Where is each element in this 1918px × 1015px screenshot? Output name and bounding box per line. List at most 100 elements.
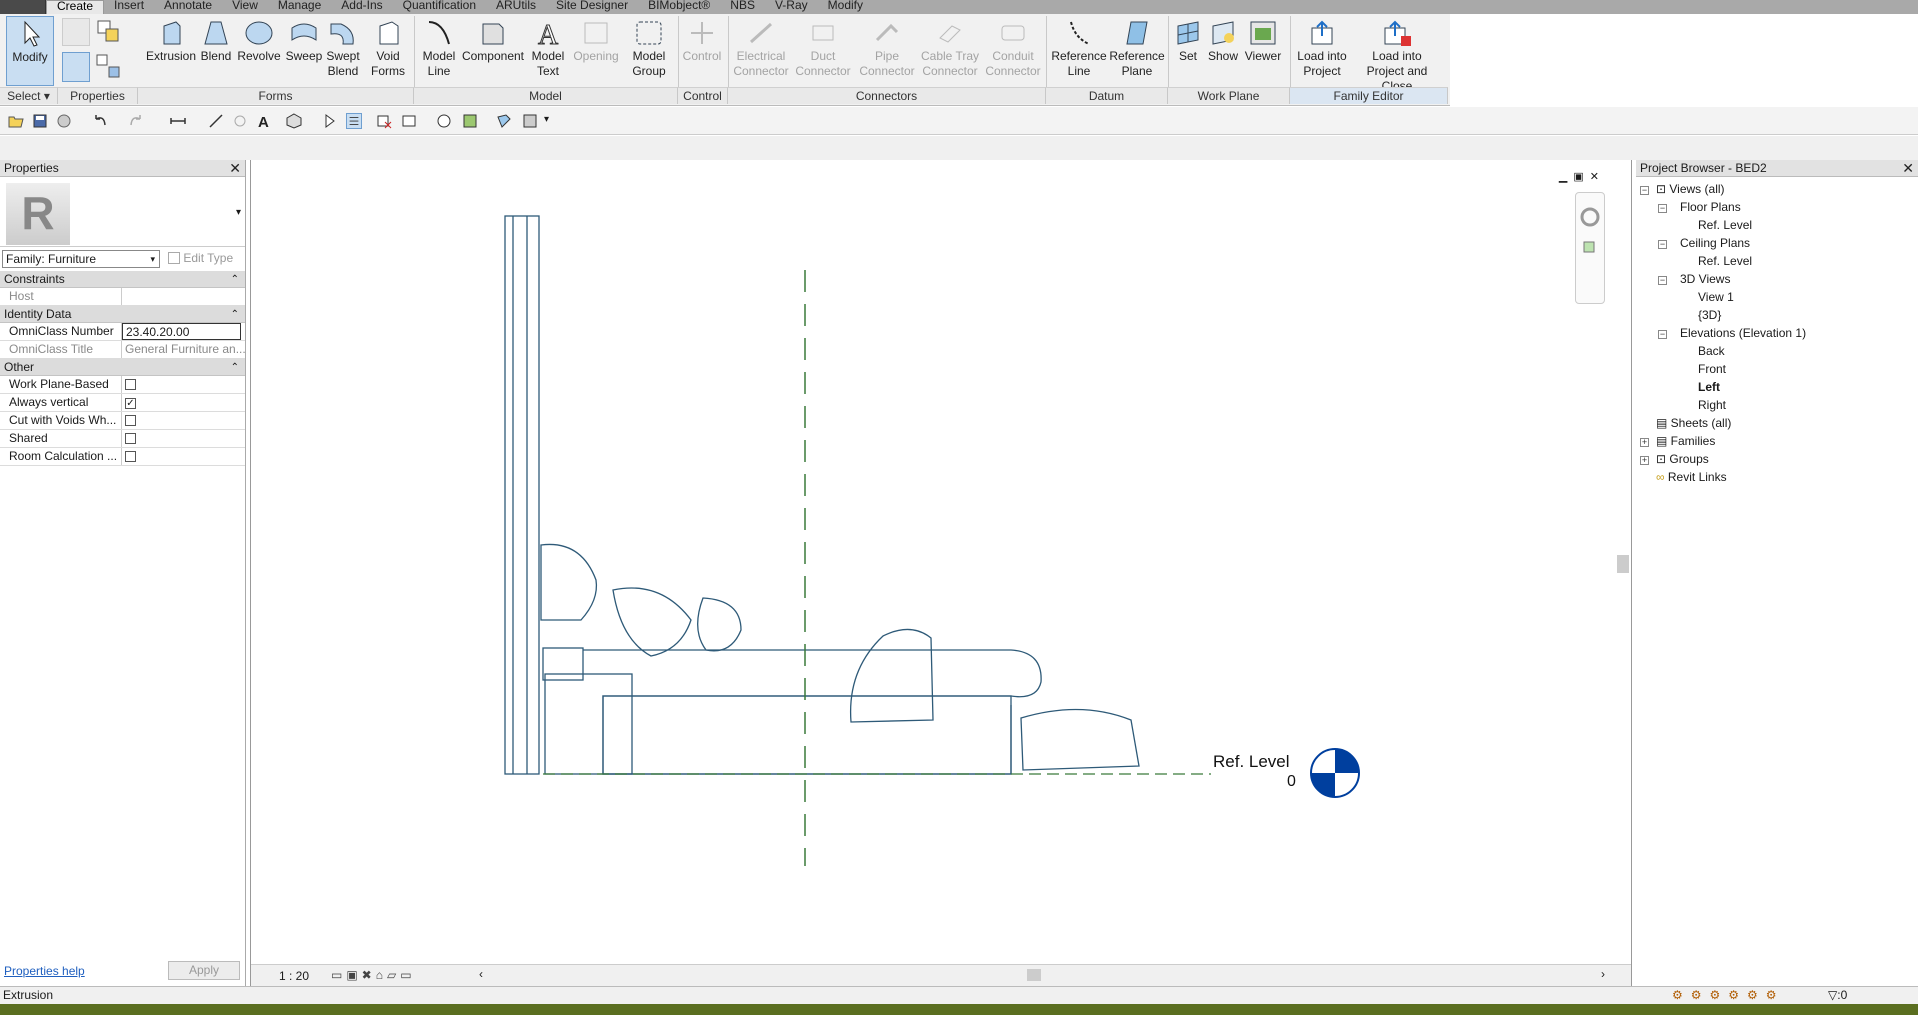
tab-bimobject[interactable]: BIMobject® — [638, 0, 720, 14]
edit-type-button[interactable]: Edit Type — [164, 250, 242, 268]
view-control-icons[interactable]: ▭▣✖⌂▱▭ — [331, 968, 416, 982]
expand-3d-views-icon[interactable]: − — [1658, 276, 1667, 285]
tree-floor-plan-ref-level[interactable]: Ref. Level — [1698, 218, 1752, 232]
tree-elevation-left[interactable]: Left — [1698, 380, 1720, 394]
reference-plane-tool[interactable]: Reference Plane — [1108, 16, 1166, 88]
horizontal-scrollbar-thumb[interactable] — [1027, 969, 1041, 981]
modify-tool[interactable]: Modify — [6, 16, 54, 86]
component-icon[interactable] — [496, 113, 512, 129]
visual-style-icon[interactable] — [436, 113, 452, 129]
expand-elevations-icon[interactable]: − — [1658, 330, 1667, 339]
shared-checkbox[interactable] — [125, 433, 136, 444]
apply-button[interactable]: Apply — [168, 961, 240, 980]
tree-views-all[interactable]: ⊡ Views (all) — [1656, 182, 1725, 196]
tree-view-1[interactable]: View 1 — [1698, 290, 1734, 304]
family-properties-icon[interactable] — [62, 52, 90, 82]
scroll-right-icon[interactable]: › — [1601, 967, 1605, 981]
extrusion-tool[interactable]: Extrusion — [144, 16, 198, 88]
expand-groups-icon[interactable]: + — [1640, 456, 1649, 465]
family-types-icon[interactable] — [94, 18, 122, 46]
switch-windows-icon[interactable] — [402, 113, 418, 129]
thin-lines-icon[interactable] — [346, 113, 362, 129]
tab-arutils[interactable]: ARUtils — [486, 0, 546, 14]
tree-3d-views[interactable]: 3D Views — [1680, 272, 1730, 286]
duct-connector-tool[interactable]: Duct Connector — [792, 16, 854, 88]
group-identity-data[interactable]: Identity Data ⌃ — [0, 306, 245, 323]
omniclass-number-field[interactable]: 23.40.20.00 — [122, 323, 241, 340]
tree-elevations[interactable]: Elevations (Elevation 1) — [1680, 326, 1806, 340]
blend-tool[interactable]: Blend — [198, 16, 234, 88]
work-plane-viewer-tool[interactable]: Viewer — [1242, 16, 1284, 88]
sync-icon[interactable] — [56, 113, 72, 129]
tab-site-designer[interactable]: Site Designer — [546, 0, 638, 14]
3d-view-icon[interactable] — [286, 113, 302, 129]
tree-sheets[interactable]: ▤ Sheets (all) — [1656, 416, 1731, 430]
type-selector-dropdown[interactable]: Family: Furniture ▾ — [2, 250, 160, 268]
tree-ceiling-plan-ref-level[interactable]: Ref. Level — [1698, 254, 1752, 268]
show-work-plane-tool[interactable]: Show — [1206, 16, 1240, 88]
model-line-tool[interactable]: Model Line — [418, 16, 460, 88]
void-forms-tool[interactable]: Void Forms — [366, 16, 410, 88]
electrical-connector-tool[interactable]: Electrical Connector — [730, 16, 792, 88]
tree-elevation-right[interactable]: Right — [1698, 398, 1726, 412]
tree-elevation-front[interactable]: Front — [1698, 362, 1726, 376]
application-menu-button[interactable] — [0, 0, 46, 14]
set-work-plane-tool[interactable]: Set — [1172, 16, 1204, 88]
tab-add-ins[interactable]: Add-Ins — [331, 0, 392, 14]
section-icon[interactable] — [322, 113, 338, 129]
tree-floor-plans[interactable]: Floor Plans — [1680, 200, 1741, 214]
filter-count[interactable]: ▽:0 — [1828, 987, 1847, 1004]
expand-ceiling-plans-icon[interactable]: − — [1658, 240, 1667, 249]
tab-manage[interactable]: Manage — [268, 0, 331, 14]
drawing-area[interactable]: ▁▣✕ Ref. Level 0 1: 20 ▭▣✖⌂▱▭ ‹ › — [250, 160, 1632, 986]
close-hidden-windows-icon[interactable] — [376, 113, 392, 129]
save-icon[interactable] — [32, 113, 48, 129]
component-tool[interactable]: Component — [460, 16, 526, 88]
tree-3d-default[interactable]: {3D} — [1698, 308, 1721, 322]
opening-tool[interactable]: Opening — [570, 16, 622, 88]
text-icon[interactable]: A — [256, 113, 272, 129]
family-category-icon[interactable] — [62, 18, 90, 46]
load-into-project-and-close-tool[interactable]: Load into Project and Close — [1352, 16, 1442, 93]
group-other[interactable]: Other ⌃ — [0, 359, 245, 376]
model-text-tool[interactable]: A Model Text — [526, 16, 570, 88]
tab-view[interactable]: View — [222, 0, 268, 14]
work-plane-based-checkbox[interactable] — [125, 379, 136, 390]
properties-help-link[interactable]: Properties help — [4, 964, 85, 978]
close-icon[interactable]: ✕ — [1902, 160, 1914, 176]
pipe-connector-tool[interactable]: Pipe Connector — [856, 16, 918, 88]
tree-elevation-back[interactable]: Back — [1698, 344, 1725, 358]
group-constraints[interactable]: Constraints ⌃ — [0, 271, 245, 288]
redo-icon[interactable] — [128, 113, 144, 129]
tab-modify[interactable]: Modify — [818, 0, 873, 14]
qat-dropdown-icon[interactable]: ▾ — [544, 114, 549, 125]
tree-families[interactable]: ▤ Families — [1656, 434, 1715, 448]
vertical-scrollbar-thumb[interactable] — [1617, 555, 1629, 573]
settings-icon[interactable] — [462, 113, 478, 129]
open-icon[interactable] — [8, 113, 24, 129]
tab-quantification[interactable]: Quantification — [393, 0, 486, 14]
type-dropdown-icon[interactable]: ▾ — [236, 207, 241, 218]
customize-icon[interactable] — [522, 113, 538, 129]
selection-filter-icons[interactable]: ⚙⚙⚙⚙⚙⚙ — [1672, 987, 1785, 1004]
tag-icon[interactable] — [232, 113, 248, 129]
sweep-tool[interactable]: Sweep — [284, 16, 324, 88]
load-into-project-tool[interactable]: Load into Project — [1292, 16, 1352, 88]
ref-level-value[interactable]: 0 — [1287, 773, 1296, 791]
tree-groups[interactable]: ⊡ Groups — [1656, 452, 1709, 466]
tab-annotate[interactable]: Annotate — [154, 0, 222, 14]
reference-line-tool[interactable]: Reference Line — [1050, 16, 1108, 88]
swept-blend-tool[interactable]: Swept Blend — [324, 16, 362, 88]
cut-with-voids-checkbox[interactable] — [125, 415, 136, 426]
control-tool[interactable]: Control — [680, 16, 724, 88]
tree-revit-links[interactable]: ∞ Revit Links — [1656, 470, 1727, 484]
select-panel-label[interactable]: Select ▾ — [0, 87, 58, 104]
aligned-dimension-icon[interactable] — [208, 113, 224, 129]
undo-icon[interactable] — [92, 113, 108, 129]
close-icon[interactable]: ✕ — [229, 160, 241, 176]
expand-views-icon[interactable]: − — [1640, 186, 1649, 195]
conduit-connector-tool[interactable]: Conduit Connector — [982, 16, 1044, 88]
model-group-tool[interactable]: Model Group — [624, 16, 674, 88]
view-scale[interactable]: 1 : 20 — [279, 969, 309, 983]
revolve-tool[interactable]: Revolve — [236, 16, 282, 88]
